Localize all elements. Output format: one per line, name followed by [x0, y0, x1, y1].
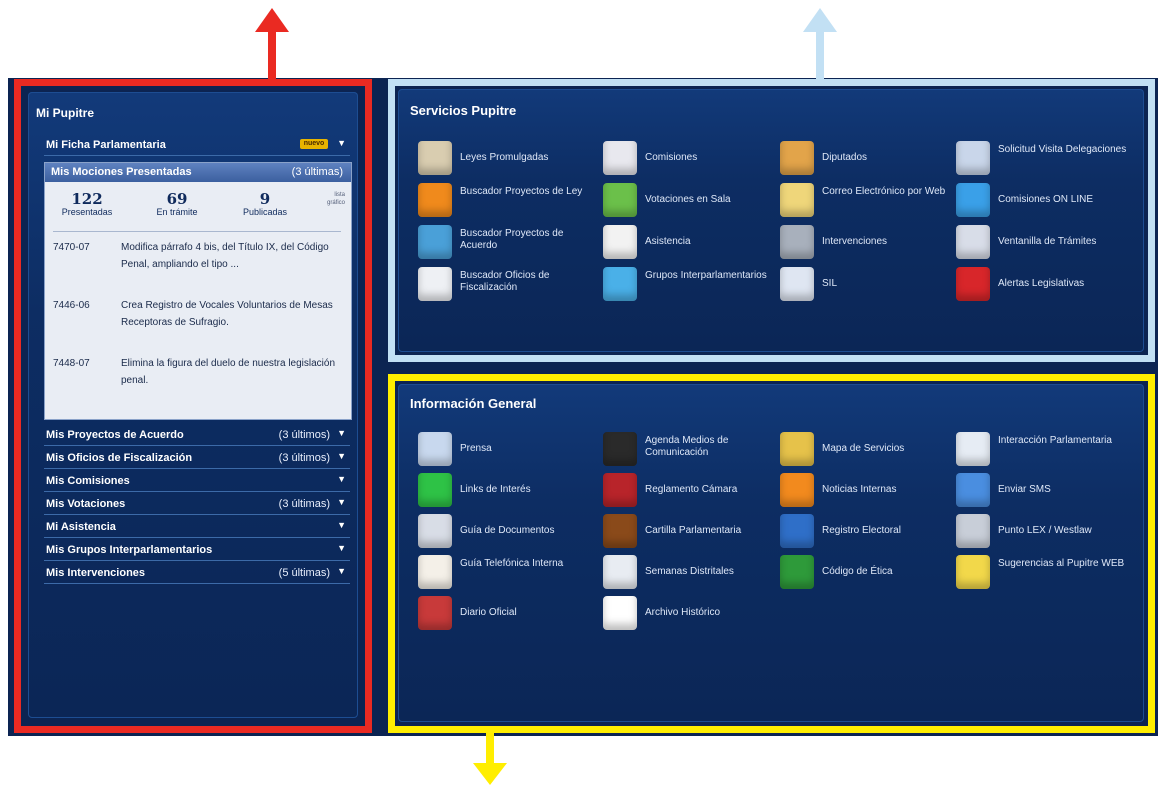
annotation-frame-blue — [388, 79, 1155, 362]
annotation-frame-red — [14, 79, 372, 733]
annotation-frame-yellow — [388, 374, 1155, 733]
